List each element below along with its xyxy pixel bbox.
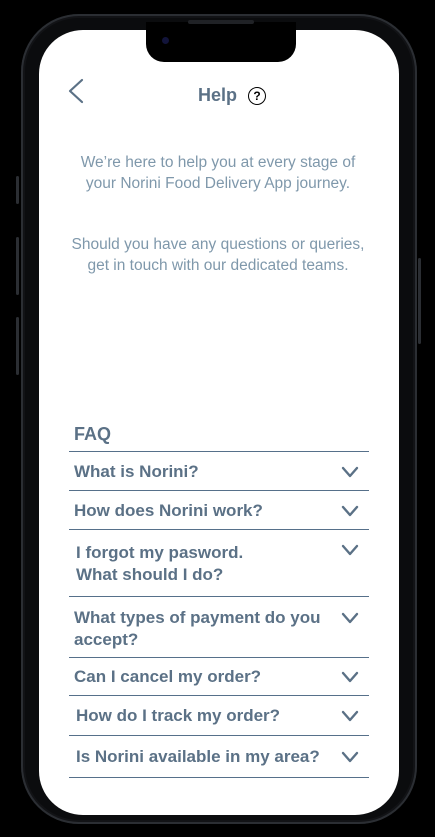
- faq-item[interactable]: I forgot my pasword. What should I do?: [69, 531, 369, 597]
- faq-item[interactable]: What is Norini?: [69, 453, 369, 491]
- chevron-down-icon: [341, 671, 359, 683]
- side-button: [16, 176, 19, 204]
- faq-question: Can I cancel my order?: [74, 667, 262, 686]
- back-button[interactable]: [64, 77, 88, 105]
- side-button: [418, 258, 421, 344]
- faq-item[interactable]: What types of payment do you accept?: [69, 598, 369, 658]
- intro-text-1: We’re here to help you at every stage of…: [80, 154, 356, 192]
- faq-item[interactable]: How do I track my order?: [69, 697, 369, 736]
- front-camera: [162, 37, 169, 44]
- notch-speaker: [188, 20, 254, 24]
- faq-item[interactable]: How does Norini work?: [69, 492, 369, 530]
- faq-question: I forgot my pasword. What should I do?: [76, 543, 244, 584]
- chevron-down-icon: [341, 505, 359, 516]
- intro-text-2: Should you have any questions or queries…: [71, 236, 365, 274]
- chevron-left-icon: [68, 78, 84, 104]
- faq-item[interactable]: Is Norini available in my area?: [69, 737, 369, 778]
- chevron-down-icon: [341, 466, 359, 477]
- faq-question: What types of payment do you accept?: [74, 608, 321, 649]
- faq-divider: [69, 451, 369, 452]
- chevron-down-icon: [341, 544, 359, 556]
- faq-item[interactable]: Can I cancel my order?: [69, 659, 369, 696]
- faq-heading: FAQ: [74, 424, 112, 444]
- faq-question: How does Norini work?: [74, 500, 263, 520]
- question-circle-icon[interactable]: ?: [248, 87, 266, 105]
- chevron-down-icon: [341, 612, 359, 624]
- faq-question: What is Norini?: [74, 461, 199, 481]
- side-button: [16, 237, 19, 295]
- faq-question: Is Norini available in my area?: [76, 747, 320, 766]
- chevron-down-icon: [341, 710, 359, 722]
- side-button: [16, 317, 19, 375]
- faq-question: How do I track my order?: [76, 706, 281, 725]
- chevron-down-icon: [341, 751, 359, 763]
- page-title: Help: [198, 85, 238, 105]
